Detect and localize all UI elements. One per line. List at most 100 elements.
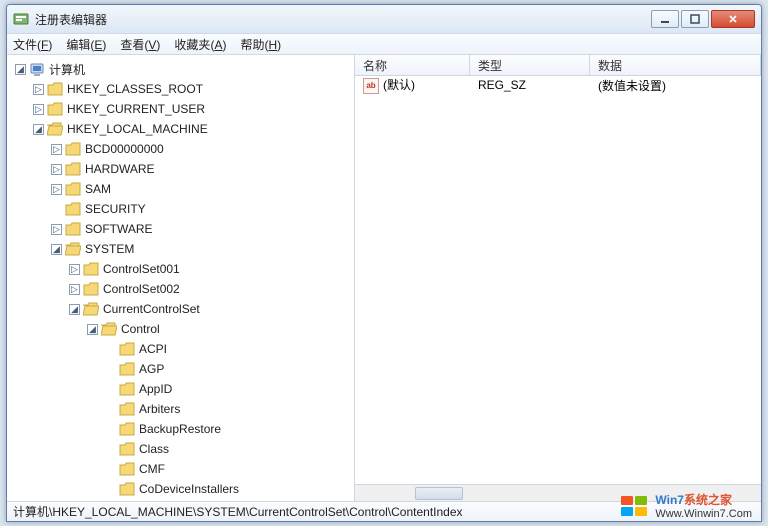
listview-body[interactable]: ab(默认) REG_SZ (数值未设置) xyxy=(355,76,761,484)
expand-icon[interactable]: ▷ xyxy=(69,264,80,275)
collapse-icon[interactable]: ◢ xyxy=(87,324,98,335)
tree-node[interactable]: ACPI xyxy=(105,339,352,359)
folder-icon xyxy=(119,342,135,356)
tree-node[interactable]: ▷ HARDWARE xyxy=(51,159,352,179)
tree-node[interactable]: ▷ SAM xyxy=(51,179,352,199)
computer-icon xyxy=(29,62,45,76)
expand-icon[interactable]: ▷ xyxy=(51,224,62,235)
folder-icon xyxy=(65,202,81,216)
menu-help[interactable]: 帮助(H) xyxy=(240,36,281,53)
collapse-icon[interactable]: ◢ xyxy=(51,244,62,255)
expand-icon[interactable]: ▷ xyxy=(51,144,62,155)
collapse-icon[interactable]: ◢ xyxy=(69,304,80,315)
collapse-icon[interactable]: ◢ xyxy=(15,64,26,75)
value-name-cell: ab(默认) xyxy=(355,76,470,94)
registry-tree: ◢ 计算机 ▷ HKEY_CLASSES_ROOT ▷ HKEY_CURRENT_U… xyxy=(7,55,354,501)
folder-icon xyxy=(65,222,81,236)
tree-label: ControlSet002 xyxy=(103,282,180,296)
expand-icon[interactable]: ▷ xyxy=(69,284,80,295)
tree-label: SOFTWARE xyxy=(85,222,153,236)
titlebar[interactable]: 注册表编辑器 xyxy=(7,5,761,33)
minimize-button[interactable] xyxy=(651,10,679,28)
tree-node[interactable]: ▷BCD00000000 xyxy=(51,139,352,159)
tree-label: CMF xyxy=(139,462,165,476)
value-data-cell: (数值未设置) xyxy=(590,77,761,94)
folder-icon xyxy=(65,182,81,196)
tree-label: SAM xyxy=(85,182,111,196)
tree-label: SYSTEM xyxy=(85,242,134,256)
folder-icon xyxy=(83,262,99,276)
tree-label: CurrentControlSet xyxy=(103,302,200,316)
tree-label: Arbiters xyxy=(139,402,180,416)
tree-node-computer[interactable]: ◢ 计算机 xyxy=(15,59,352,79)
folder-icon xyxy=(47,102,63,116)
folder-icon xyxy=(47,82,63,96)
tree-label: BackupRestore xyxy=(139,422,221,436)
close-button[interactable] xyxy=(711,10,755,28)
folder-icon xyxy=(65,142,81,156)
tree-node[interactable]: AppID xyxy=(105,379,352,399)
tree-node[interactable]: CMF xyxy=(105,459,352,479)
tree-node[interactable]: ▷ControlSet001 xyxy=(69,259,352,279)
tree-node[interactable]: SECURITY xyxy=(51,199,352,219)
tree-label: ACPI xyxy=(139,342,167,356)
column-type[interactable]: 类型 xyxy=(470,55,590,75)
string-value-icon: ab xyxy=(363,78,379,94)
tree-label: HKEY_LOCAL_MACHINE xyxy=(67,122,208,136)
watermark-text: Win7系统之家 Www.Winwin7.Com xyxy=(655,491,752,520)
tree-node[interactable]: CoDeviceInstallers xyxy=(105,479,352,499)
folder-icon xyxy=(65,162,81,176)
list-item[interactable]: ab(默认) REG_SZ (数值未设置) xyxy=(355,76,761,94)
tree-node[interactable]: AGP xyxy=(105,359,352,379)
tree-node[interactable]: ▷ ControlSet002 xyxy=(69,279,352,299)
content: ◢ 计算机 ▷ HKEY_CLASSES_ROOT ▷ HKEY_CURRENT_U… xyxy=(7,55,761,501)
window-controls xyxy=(651,10,755,28)
window: 注册表编辑器 文件(F) 编辑(E) 查看(V) 收藏夹(A) 帮助(H) ◢ … xyxy=(6,4,762,522)
folder-icon xyxy=(119,422,135,436)
tree-node[interactable]: Arbiters xyxy=(105,399,352,419)
tree-label: Class xyxy=(139,442,169,456)
tree-label: HKEY_CLASSES_ROOT xyxy=(67,82,203,96)
maximize-button[interactable] xyxy=(681,10,709,28)
scrollbar-thumb[interactable] xyxy=(415,487,463,500)
tree-node[interactable]: ▷ SOFTWARE xyxy=(51,219,352,239)
menu-view[interactable]: 查看(V) xyxy=(120,36,160,53)
tree-label: HARDWARE xyxy=(85,162,155,176)
tree-node-hkcr[interactable]: ▷ HKEY_CLASSES_ROOT xyxy=(33,79,352,99)
tree-label: Control xyxy=(121,322,160,336)
expand-icon[interactable]: ▷ xyxy=(33,104,44,115)
tree-node-system[interactable]: ◢ SYSTEM xyxy=(51,239,352,259)
watermark: Win7系统之家 Www.Winwin7.Com xyxy=(621,491,752,520)
no-toggle xyxy=(51,204,62,215)
tree-pane[interactable]: ◢ 计算机 ▷ HKEY_CLASSES_ROOT ▷ HKEY_CURRENT_U… xyxy=(7,55,355,501)
tree-node-ccs[interactable]: ◢ CurrentControlSet xyxy=(69,299,352,319)
menu-edit[interactable]: 编辑(E) xyxy=(66,36,106,53)
tree-label: SECURITY xyxy=(85,202,146,216)
tree-node-hklm[interactable]: ◢ HKEY_LOCAL_MACHINE xyxy=(33,119,352,139)
folder-icon xyxy=(119,442,135,456)
menu-favorites[interactable]: 收藏夹(A) xyxy=(174,36,226,53)
value-type-cell: REG_SZ xyxy=(470,78,590,92)
folder-icon xyxy=(119,462,135,476)
collapse-icon[interactable]: ◢ xyxy=(33,124,44,135)
tree-label: HKEY_CURRENT_USER xyxy=(67,102,205,116)
folder-icon xyxy=(119,362,135,376)
tree-node-hkcu[interactable]: ▷ HKEY_CURRENT_USER xyxy=(33,99,352,119)
column-data[interactable]: 数据 xyxy=(590,55,761,75)
tree-node[interactable]: Class xyxy=(105,439,352,459)
folder-icon xyxy=(83,282,99,296)
tree-node-control[interactable]: ◢ Control xyxy=(87,319,352,339)
tree-label: 计算机 xyxy=(49,61,85,78)
menu-file[interactable]: 文件(F) xyxy=(13,36,52,53)
status-path: 计算机\HKEY_LOCAL_MACHINE\SYSTEM\CurrentCon… xyxy=(13,503,463,520)
tree-node[interactable]: BackupRestore xyxy=(105,419,352,439)
folder-open-icon xyxy=(83,302,99,316)
column-name[interactable]: 名称 xyxy=(355,55,470,75)
listview-header: 名称 类型 数据 xyxy=(355,55,761,76)
folder-icon xyxy=(119,382,135,396)
folder-icon xyxy=(119,482,135,496)
expand-icon[interactable]: ▷ xyxy=(51,164,62,175)
expand-icon[interactable]: ▷ xyxy=(51,184,62,195)
folder-open-icon xyxy=(47,122,63,136)
expand-icon[interactable]: ▷ xyxy=(33,84,44,95)
